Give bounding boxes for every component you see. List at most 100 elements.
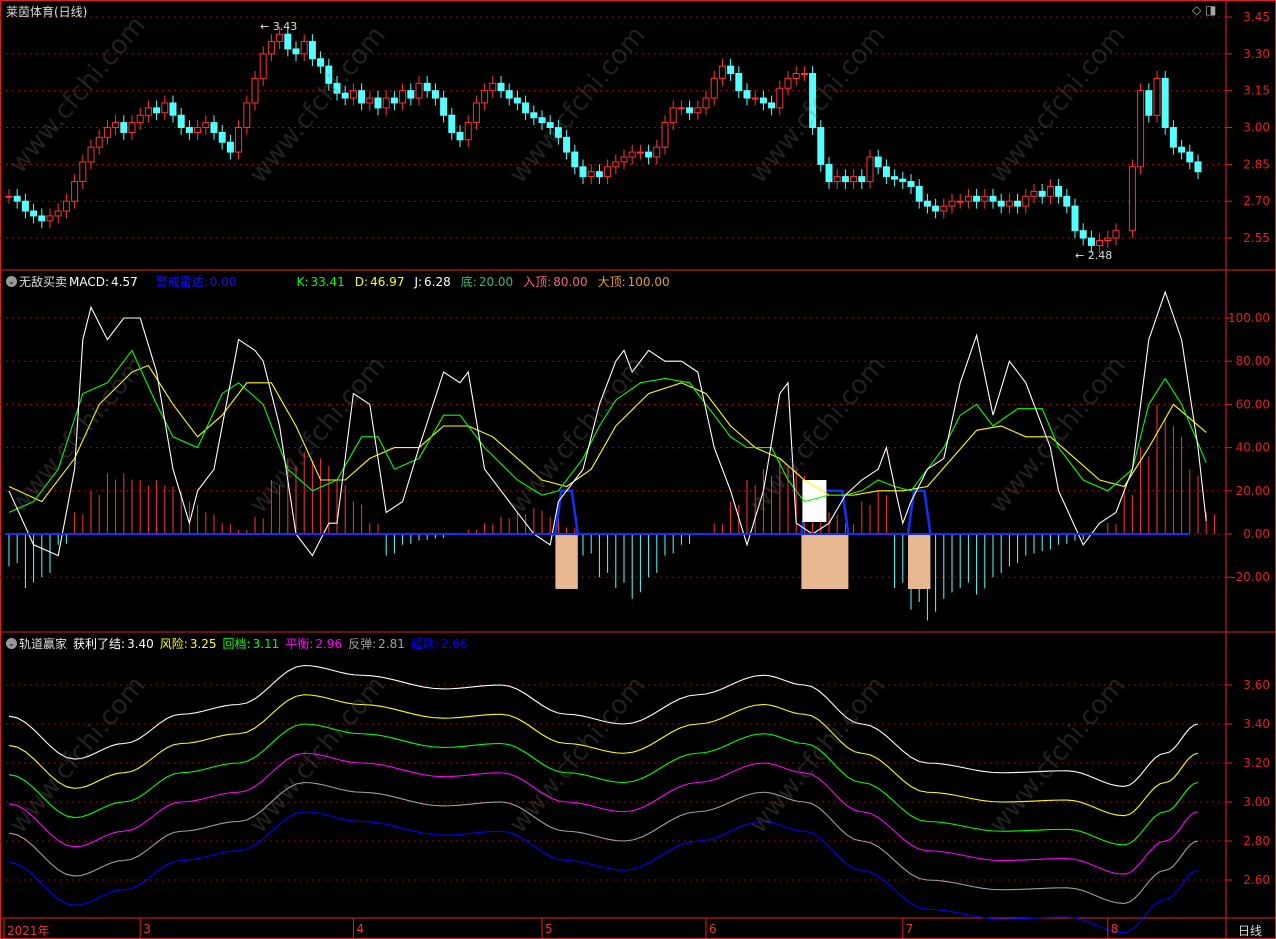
candle [243,102,251,129]
candle [792,72,800,79]
entry-top-label: 入顶: [523,275,552,289]
candle [390,97,398,104]
candle [923,200,931,207]
indicator-name[interactable]: 轨道赢家 [19,635,67,652]
candle [382,97,390,109]
candle [669,107,677,124]
candle [1038,190,1046,197]
candle [276,33,284,43]
candle [530,112,538,119]
candle [981,195,989,202]
candle [1087,237,1095,246]
high-price-label: ← 3.43 [260,20,297,33]
track-labels: 获利了结: 3.40 风险: 3.25 回档: 3.11 平衡: 2.96 反弹: 2.81 超跌:… [73,635,474,652]
track-band-line [8,811,1199,934]
candle [62,200,70,212]
j-value: 6.28 [424,274,451,289]
candle [472,102,480,124]
track-value: 3.40 [127,637,154,651]
candle [587,171,595,178]
candle [1112,230,1120,239]
candle [153,107,161,114]
track-value: 2.96 [315,637,343,651]
candle [218,131,226,143]
candle [177,114,185,129]
x-axis-label: 7 [905,922,914,936]
candle [317,58,325,67]
k-label: K: [296,274,309,289]
panel-toggle-icon[interactable]: ◨ [1205,3,1216,17]
candle [989,195,997,202]
candle [563,136,571,153]
candle [399,90,407,104]
candle [415,82,423,99]
candle [1169,127,1177,148]
candle [46,215,54,222]
price-tick-label: 3.15 [1243,84,1270,98]
candle [251,77,259,104]
candle [841,176,849,183]
candle [677,107,685,110]
candle [194,127,202,133]
candle [973,195,981,202]
d-label: D: [354,274,369,289]
candle [169,102,177,116]
candle [800,72,808,75]
big-top-label: 大顶: [597,275,626,289]
track-value: 3.25 [189,637,217,651]
window-icons: ◇ ◨ [1192,3,1216,17]
macd-label: MACD: [69,274,110,289]
candle [267,41,275,55]
track-band-line [8,752,1199,875]
candle [325,65,333,84]
candle [87,146,95,163]
track-value: 3.11 [252,637,280,651]
candle [71,181,79,202]
candle [759,97,767,104]
diamond-icon[interactable]: ◇ [1192,3,1201,17]
indicator-name[interactable]: 无敌买卖 [19,273,67,290]
candle [21,200,29,212]
candle [817,127,825,165]
candle [431,90,439,99]
x-axis-label: 4 [356,922,365,936]
candle [464,122,472,141]
candle [308,41,316,60]
signal-box [801,534,849,589]
track-label: 平衡: [285,637,314,651]
candle [907,181,915,187]
candle [1194,161,1202,173]
x-axis-label: 5 [545,922,553,936]
macd-panel-header: ⌄ 无敌买卖 MACD: 4.57 警戒雷达: 0.00 K: 33.41 D: 46.… [6,273,680,290]
track-label: 回档: [222,637,251,651]
price-tick-label: 2.55 [1243,231,1270,245]
j-line [8,290,1207,557]
candle [120,122,128,133]
candle [456,131,464,141]
candle [226,141,234,153]
track-value: 2.81 [378,637,405,651]
candle [1104,237,1112,241]
candle [341,92,349,99]
candle [866,156,874,183]
candle [710,77,718,99]
kdj-tick-label: 20.00 [1236,484,1270,498]
period-label[interactable]: 日线 [1238,922,1262,939]
track-band-line [8,664,1199,787]
candle [448,114,456,133]
x-axis-label: 8 [1110,922,1119,936]
candle [489,82,497,92]
panel-menu-icon[interactable]: ⌄ [6,638,17,649]
track-label: 风险: [159,637,188,651]
candle [1063,195,1071,207]
candle [956,200,964,203]
panel-menu-icon[interactable]: ⌄ [6,276,17,287]
candle [161,102,169,114]
stock-chart[interactable]: 3.45 3.30 3.15 3.00 2.85 2.70 2.55 ← 3.43 ← 2.48… [0,0,1276,939]
track-tick-label: 3.20 [1243,756,1270,770]
macd-value: 4.57 [111,274,138,289]
candle [136,114,144,124]
candle [522,102,530,114]
candle [210,122,218,133]
track-value: 2.66 [440,637,468,651]
